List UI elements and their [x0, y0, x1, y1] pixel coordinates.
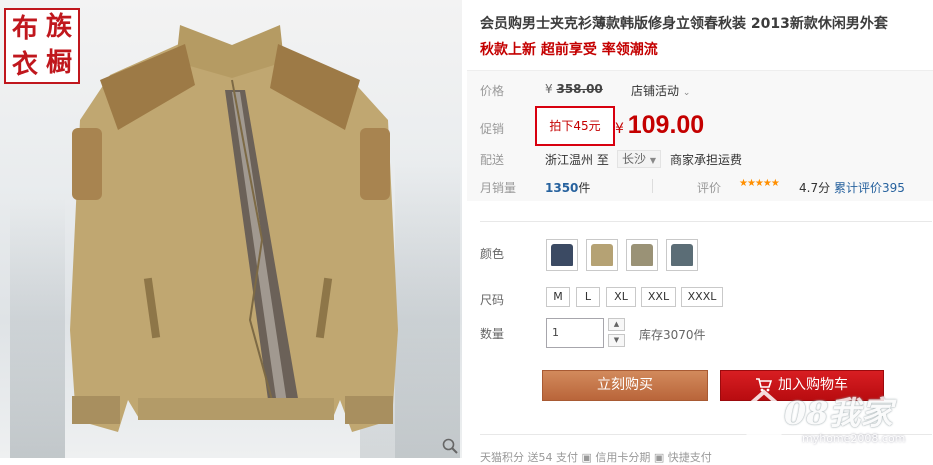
watermark-url: myhome2008.com — [802, 432, 906, 445]
zoom-icon[interactable] — [442, 438, 458, 454]
brand-logo: 布 族 衣 橱 — [4, 8, 80, 84]
monthly-sales-label: 月销量 — [480, 181, 517, 195]
buy-now-button[interactable]: 立刻购买 — [542, 370, 708, 401]
increment-icon[interactable]: ▲ — [608, 318, 625, 331]
product-image[interactable]: 布 族 衣 橱 — [0, 0, 462, 458]
monthly-sales-unit: 件 — [578, 181, 591, 195]
promo-label: 促销 — [480, 122, 505, 136]
caret-down-icon: ▼ — [649, 156, 656, 165]
chevron-down-icon: ⌄ — [682, 88, 691, 98]
promo-tag-text: 拍下45元 — [549, 119, 601, 133]
size-option-xxxl[interactable]: XXXL — [681, 287, 723, 307]
jacket-thumbnail — [551, 244, 573, 266]
review-count-link[interactable]: 累计评价395 — [834, 179, 905, 196]
size-option-l[interactable]: L — [576, 287, 600, 307]
color-option-navy[interactable] — [546, 239, 578, 271]
color-option-khaki[interactable] — [586, 239, 618, 271]
rating-label: 评价 — [697, 181, 722, 195]
price-label: 价格 — [480, 84, 505, 98]
ship-from: 浙江温州 至 — [545, 153, 609, 167]
quantity-label: 数量 — [480, 327, 505, 341]
store-activity-dropdown[interactable]: 店铺活动 ⌄ — [631, 82, 690, 99]
quantity-input[interactable]: 1 — [546, 318, 604, 348]
site-watermark: 08我家 myhome2008.com — [732, 384, 932, 458]
currency-symbol: ¥ — [615, 121, 624, 137]
monthly-sales: 1350件 — [545, 179, 590, 196]
color-option-olive[interactable] — [626, 239, 658, 271]
divider — [480, 221, 932, 222]
decrement-icon[interactable]: ▼ — [608, 334, 625, 347]
jacket-thumbnail — [671, 244, 693, 266]
size-option-m[interactable]: M — [546, 287, 570, 307]
ship-to-value: 长沙 — [622, 152, 647, 166]
rating-stars-icon: ★★★★★ — [739, 178, 780, 189]
promo-price-value: 109.00 — [627, 111, 705, 139]
size-label: 尺码 — [480, 293, 505, 307]
color-label: 颜色 — [480, 247, 505, 261]
original-price-value: 358.00 — [556, 82, 603, 96]
promo-price: ¥ 109.00 — [615, 111, 704, 140]
divider — [652, 179, 653, 193]
delivery-label: 配送 — [480, 153, 505, 167]
monthly-sales-count: 1350 — [545, 181, 579, 195]
color-option-slate[interactable] — [666, 239, 698, 271]
currency-symbol: ¥ — [545, 82, 553, 96]
jacket-thumbnail — [591, 244, 613, 266]
watermark-text: 08我家 — [784, 394, 893, 432]
size-option-xl[interactable]: XL — [606, 287, 636, 307]
stock-count: 库存3070件 — [639, 328, 706, 342]
product-title: 会员购男士夹克衫薄款韩版修身立领春秋装 2013新款休闲男外套 — [480, 16, 888, 32]
jacket-thumbnail — [631, 244, 653, 266]
store-activity-label: 店铺活动 — [631, 84, 680, 98]
rating-score: 4.7分 — [799, 181, 831, 195]
size-option-xxl[interactable]: XXL — [641, 287, 676, 307]
ship-to-select[interactable]: 长沙 ▼ — [617, 150, 661, 168]
shipping-fee: 商家承担运费 — [670, 153, 743, 167]
promo-tag: 拍下45元 — [535, 106, 615, 146]
original-price: ¥ 358.00 — [545, 82, 603, 96]
product-subtitle: 秋款上新 超前享受 率领潮流 — [480, 42, 658, 58]
price-box: 价格 ¥ 358.00 店铺活动 ⌄ 促销 拍下45元 ¥ 109.00 配送 … — [467, 70, 933, 201]
